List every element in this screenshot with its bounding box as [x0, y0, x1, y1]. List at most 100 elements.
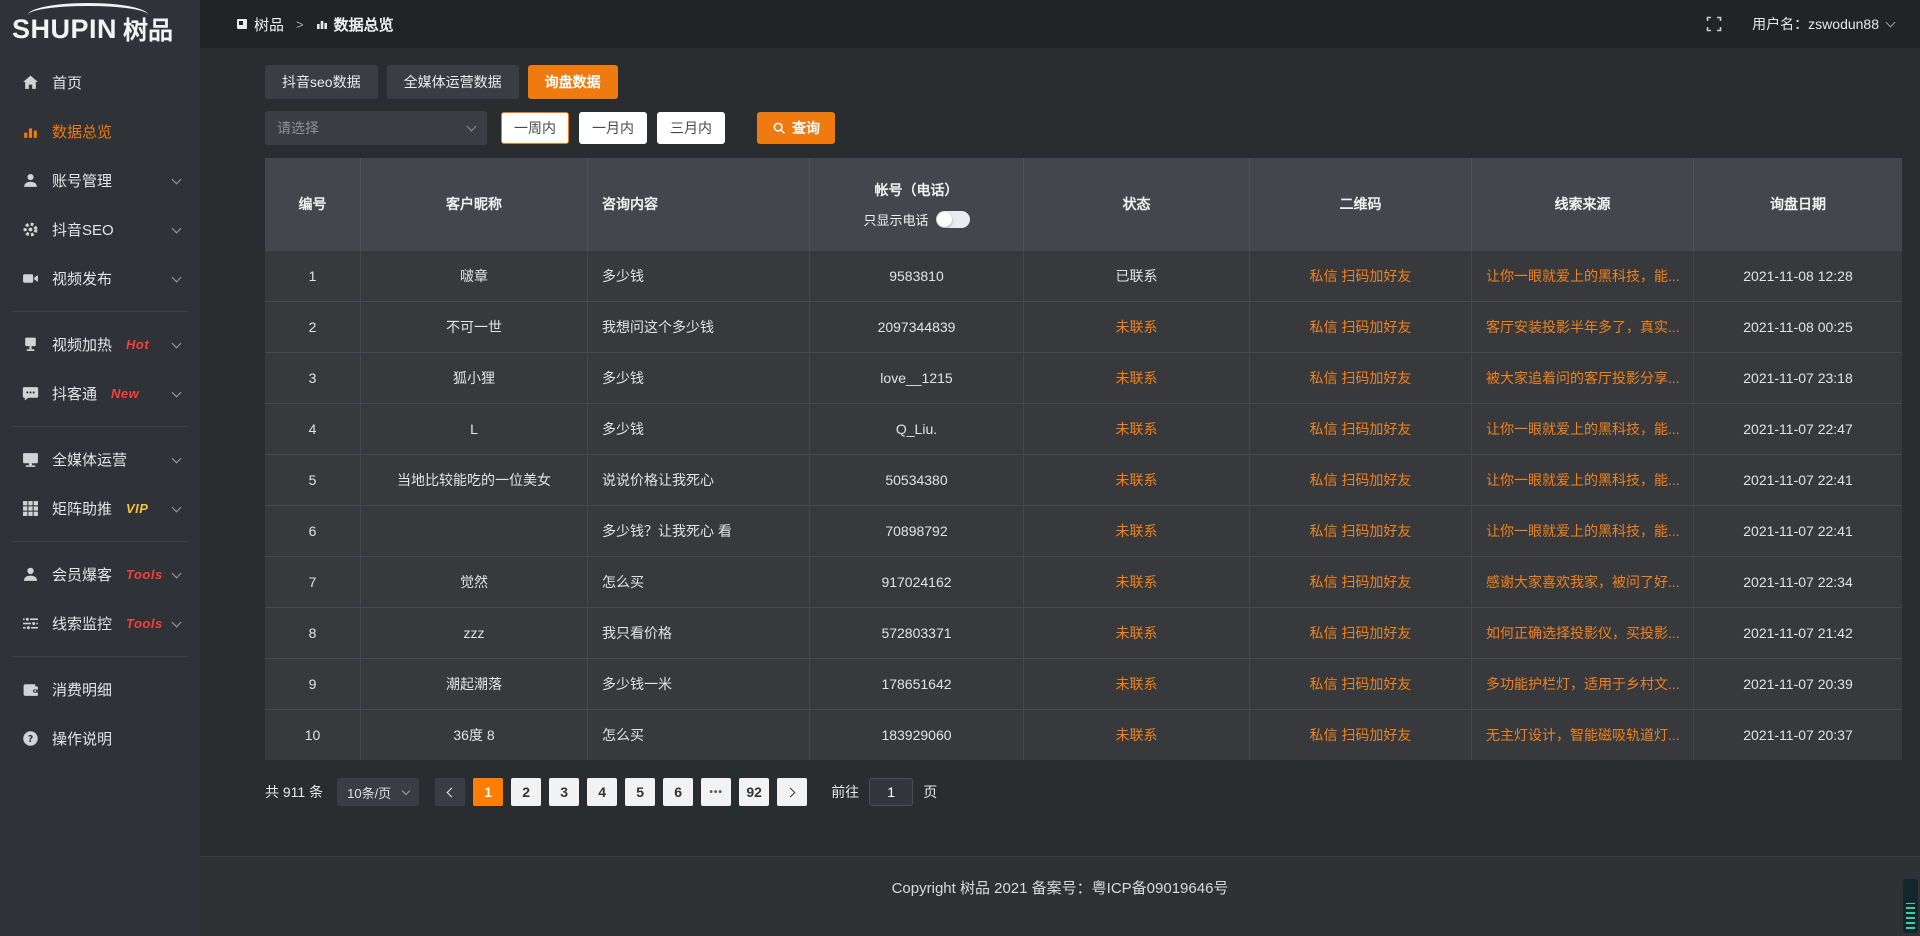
sidebar: SHUPIN 树品 首页数据总览账号管理抖音SEO 视频发布视频加热Hot抖客通N…	[0, 0, 200, 936]
sidebar-item-monitor[interactable]: 全媒体运营	[0, 435, 200, 484]
sidebar-item-label: 线索监控	[52, 613, 112, 634]
page-ellipsis[interactable]: •••	[701, 778, 731, 806]
breadcrumb: 树品 > 数据总览	[236, 14, 394, 35]
prev-page-button[interactable]	[435, 778, 465, 806]
sidebar-item-badge: Tools	[126, 616, 163, 631]
lead-source-link[interactable]: 让你一眼就爱上的黑科技，能...	[1472, 455, 1694, 505]
user-icon	[22, 172, 39, 189]
inquiry-date: 2021-11-07 22:41	[1694, 506, 1902, 556]
tab-2[interactable]: 全媒体运营数据	[387, 65, 519, 99]
filter-select[interactable]: 请选择	[265, 111, 487, 145]
lead-source-link[interactable]: 如何正确选择投影仪，买投影...	[1472, 608, 1694, 658]
sidebar-item-help[interactable]: ?操作说明	[0, 714, 200, 763]
sidebar-item-label: 抖音SEO	[52, 219, 114, 240]
range-button-2[interactable]: 一月内	[579, 112, 647, 144]
sidebar-item-chart[interactable]: 数据总览	[0, 107, 200, 156]
query-button-label: 查询	[792, 118, 820, 138]
tab-1[interactable]: 抖音seo数据	[265, 65, 378, 99]
status-label: 未联系	[1024, 506, 1250, 556]
query-button[interactable]: 查询	[757, 112, 835, 144]
page-button-92[interactable]: 92	[739, 778, 769, 806]
table-row: 2不可一世我想问这个多少钱2097344839未联系私信 扫码加好友客厅安装投影…	[265, 301, 1902, 352]
sidebar-item-user[interactable]: 账号管理	[0, 156, 200, 205]
sidebar-item-wallet[interactable]: 消费明细	[0, 665, 200, 714]
qrcode-link[interactable]: 私信 扫码加好友	[1250, 710, 1472, 760]
lead-source-link[interactable]: 客厅安装投影半年多了，真实...	[1472, 302, 1694, 352]
page-size-select[interactable]: 10条/页	[337, 778, 419, 806]
breadcrumb-root[interactable]: 树品	[254, 14, 284, 35]
column-header-label: 编号	[299, 194, 327, 214]
chevron-down-icon	[172, 617, 182, 627]
filter-select-placeholder: 请选择	[277, 118, 319, 138]
qrcode-link[interactable]: 私信 扫码加好友	[1250, 455, 1472, 505]
svg-text:?: ?	[28, 734, 34, 745]
qrcode-link[interactable]: 私信 扫码加好友	[1250, 659, 1472, 709]
qrcode-link[interactable]: 私信 扫码加好友	[1250, 506, 1472, 556]
qrcode-link[interactable]: 私信 扫码加好友	[1250, 302, 1472, 352]
username[interactable]: zswodun88	[1808, 16, 1879, 32]
lead-source-link[interactable]: 感谢大家喜欢我家，被问了好...	[1472, 557, 1694, 607]
sidebar-item-gear[interactable]: 抖音SEO	[0, 205, 200, 254]
qrcode-link[interactable]: 私信 扫码加好友	[1250, 404, 1472, 454]
lead-source-link[interactable]: 无主灯设计，智能磁吸轨道灯...	[1472, 710, 1694, 760]
chevron-down-icon	[402, 787, 410, 795]
sidebar-item-home[interactable]: 首页	[0, 58, 200, 107]
sidebar-item-label: 数据总览	[52, 121, 112, 142]
sidebar-item-heat[interactable]: 视频加热Hot	[0, 320, 200, 369]
lead-source-link[interactable]: 让你一眼就爱上的黑科技，能...	[1472, 251, 1694, 301]
chevron-down-icon[interactable]	[1886, 17, 1896, 27]
lead-source-link[interactable]: 让你一眼就爱上的黑科技，能...	[1472, 506, 1694, 556]
page-size-value: 10条/页	[347, 783, 391, 802]
fullscreen-icon[interactable]	[1706, 16, 1722, 32]
qrcode-link[interactable]: 私信 扫码加好友	[1250, 557, 1472, 607]
chevron-down-icon	[172, 174, 182, 184]
chevron-down-icon	[172, 502, 182, 512]
qrcode-link[interactable]: 私信 扫码加好友	[1250, 251, 1472, 301]
chat-icon	[22, 385, 39, 402]
next-page-button[interactable]	[777, 778, 807, 806]
row-number: 6	[265, 506, 361, 556]
sidebar-item-label: 消费明细	[52, 679, 112, 700]
account-phone: 178651642	[810, 659, 1024, 709]
column-header-8: 询盘日期	[1694, 158, 1902, 250]
page-button-3[interactable]: 3	[549, 778, 579, 806]
page-button-1[interactable]: 1	[473, 778, 503, 806]
sidebar-item-video[interactable]: 视频发布	[0, 254, 200, 303]
video-icon	[22, 270, 39, 287]
sidebar-item-member[interactable]: 会员爆客Tools	[0, 550, 200, 599]
inquiry-content: 怎么买	[588, 557, 810, 607]
sidebar-item-label: 矩阵助推	[52, 498, 112, 519]
chevron-down-icon	[467, 122, 477, 132]
goto-page-input[interactable]	[869, 778, 913, 806]
page-button-2[interactable]: 2	[511, 778, 541, 806]
column-header-6: 二维码	[1250, 158, 1472, 250]
column-header-label: 帐号（电话）	[875, 180, 959, 200]
page-button-4[interactable]: 4	[587, 778, 617, 806]
chevron-down-icon	[172, 223, 182, 233]
page-button-5[interactable]: 5	[625, 778, 655, 806]
qrcode-link[interactable]: 私信 扫码加好友	[1250, 353, 1472, 403]
username-label: 用户名：	[1752, 14, 1808, 34]
row-number: 2	[265, 302, 361, 352]
inquiry-date: 2021-11-07 20:39	[1694, 659, 1902, 709]
sliders-icon	[22, 615, 39, 632]
phone-only-toggle[interactable]	[936, 211, 970, 228]
lead-source-link[interactable]: 多功能护栏灯，适用于乡村文...	[1472, 659, 1694, 709]
sidebar-item-sliders[interactable]: 线索监控 Tools	[0, 599, 200, 648]
goto-page-suffix: 页	[923, 782, 937, 802]
tab-3[interactable]: 询盘数据	[528, 65, 618, 99]
range-button-3[interactable]: 三月内	[657, 112, 725, 144]
lead-source-link[interactable]: 让你一眼就爱上的黑科技，能...	[1472, 404, 1694, 454]
inquiry-date: 2021-11-07 22:47	[1694, 404, 1902, 454]
customer-nickname: zzz	[361, 608, 588, 658]
sidebar-item-label: 首页	[52, 72, 82, 93]
table-row: 8zzz我只看价格572803371未联系私信 扫码加好友如何正确选择投影仪，买…	[265, 607, 1902, 658]
page-button-6[interactable]: 6	[663, 778, 693, 806]
qrcode-link[interactable]: 私信 扫码加好友	[1250, 608, 1472, 658]
sidebar-item-grid[interactable]: 矩阵助推VIP	[0, 484, 200, 533]
table-header: 编号客户昵称咨询内容帐号（电话）只显示电话状态二维码线索来源询盘日期	[265, 158, 1902, 250]
logo[interactable]: SHUPIN 树品	[0, 0, 200, 58]
lead-source-link[interactable]: 被大家追着问的客厅投影分享...	[1472, 353, 1694, 403]
sidebar-item-chat[interactable]: 抖客通New	[0, 369, 200, 418]
range-button-1[interactable]: 一周内	[501, 112, 569, 144]
